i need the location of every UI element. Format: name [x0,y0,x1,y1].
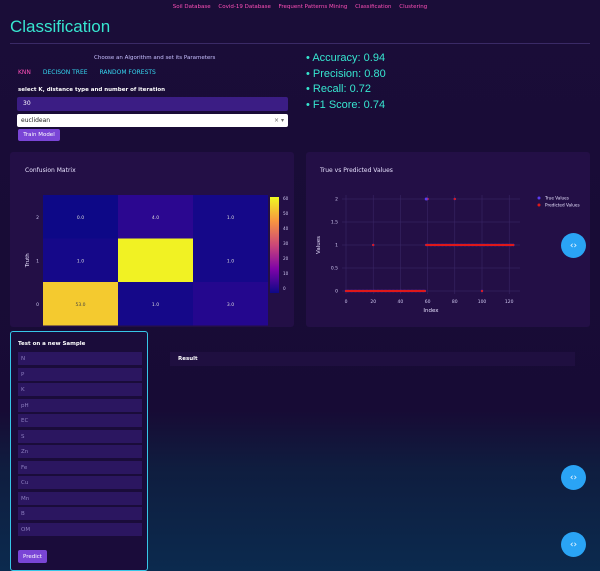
y-tick-label: 1 [36,258,39,264]
page-title: Classification [10,17,111,36]
predict-button[interactable]: Predict [18,550,47,563]
confusion-panel: Confusion Matrix 0.0 4.0 1.0 1.0 1.0 53.0 1.0 3… [10,152,294,327]
nav-patterns[interactable]: Frequent Patterns Mining [279,4,348,10]
true-vs-predicted-chart: 0 20 40 60 80 100 120 2 1.5 1 0.5 0 Index Values True … [316,195,580,314]
predicted-value-point [372,243,375,247]
colorbar-tick-label: 20 [283,256,289,261]
divider [10,43,590,44]
algorithm-tabs: KNN DECISON TREE RANDOM FORESTS [18,69,166,76]
colorbar-tick-label: 30 [283,241,289,246]
feature-input-om[interactable]: OM [18,522,142,536]
colorbar-tick-label: 40 [283,226,289,231]
predicted-value-point [423,289,426,293]
clear-and-chevron-icon[interactable]: × ▾ [274,117,284,124]
true-value-point [424,197,428,201]
k-input[interactable]: 30 [17,97,288,111]
y-tick-label: 0 [36,302,39,308]
x-tick-label: 40 [398,299,404,305]
heatmap-cell [118,238,193,282]
scroll-button-2[interactable]: ‹› [561,465,586,490]
legend-marker-predicted [537,203,541,207]
heatmap-cell-label: 4.0 [152,215,159,221]
colorbar [270,197,279,293]
metric-f1: F1 Score: 0.74 [306,99,386,111]
heatmap-cell-label: 1.0 [152,302,159,308]
heatmap-cell-label: 0.0 [77,215,84,221]
result-bar: Result [170,352,575,366]
x-tick-label: 100 [478,299,487,305]
nav-classification[interactable]: Classification [355,4,391,10]
legend-label-predicted: Predicted Values [545,203,580,208]
feature-input-s[interactable]: S [18,429,142,443]
feature-input-cu[interactable]: Cu [18,476,142,489]
sample-panel: Test on a new Sample N P K pH EC S Zn Fe… [10,331,148,571]
tab-knn[interactable]: KNN [18,69,31,76]
nav-soil[interactable]: Soil Database [173,4,211,10]
x-tick-label: 120 [505,299,514,305]
y-tick-label: 1 [335,243,338,249]
colorbar-tick-label: 0 [283,286,286,291]
legend-marker-true [537,196,541,200]
y-tick-label: 1.5 [331,220,338,226]
heatmap-cell-label: 1.0 [227,258,234,264]
feature-input-ec[interactable]: EC [18,414,142,427]
feature-input-n[interactable]: N [18,352,142,365]
predicted-value-point [480,289,484,293]
x-axis-label: Index [423,308,439,314]
train-model-button[interactable]: Train Model [18,129,60,141]
predicted-value-point [453,197,456,201]
metrics-list: Accuracy: 0.94 Precision: 0.80 Recall: 0… [306,52,386,114]
scatter-panel: True vs Predicted Values 0 20 40 60 80 100 120… [306,152,590,327]
colorbar-tick-label: 60 [283,196,289,201]
y-tick-label: 0.5 [331,266,338,272]
distance-value: euclidean [21,117,51,124]
predicted-value-point [512,243,515,247]
feature-input-mn[interactable]: Mn [18,491,142,505]
confusion-matrix-chart: 0.04.01.01.01.053.01.03.0012210Predicted… [25,195,289,326]
y-axis-label: Values [316,236,322,254]
feature-input-k[interactable]: K [18,383,142,396]
y-tick-label: 2 [335,197,338,203]
y-tick-label: 2 [36,215,39,221]
colorbar-tick-label: 50 [283,211,289,216]
y-tick-label: 0 [335,289,338,295]
heatmap-cell-label: 1.0 [77,258,84,264]
algorithm-hint: Choose an Algorithm and set its Paramete… [94,55,216,61]
nav-clustering[interactable]: Clustering [399,4,427,10]
tab-random-forests[interactable]: RANDOM FORESTS [99,69,155,76]
metric-recall: Recall: 0.72 [306,83,386,95]
metric-precision: Precision: 0.80 [306,68,386,80]
y-axis-label: Truth [25,253,31,268]
legend-label-true: True Values [544,196,569,201]
tab-decision-tree[interactable]: DECISON TREE [43,69,88,76]
feature-input-fe[interactable]: Fe [18,460,142,474]
feature-input-zn[interactable]: Zn [18,445,142,458]
feature-input-p[interactable]: P [18,367,142,381]
scroll-button-3[interactable]: ‹› [561,532,586,557]
feature-input-b[interactable]: B [18,507,142,520]
scroll-button-1[interactable]: ‹› [561,233,586,258]
x-tick-label: 0 [345,299,348,305]
x-tick-label: 60 [425,299,431,305]
metric-accuracy: Accuracy: 0.94 [306,52,386,64]
x-tick-label: 80 [452,299,458,305]
nav-covid[interactable]: Covid-19 Database [218,4,270,10]
colorbar-tick-label: 10 [283,271,289,276]
distance-select[interactable]: euclidean × ▾ [17,114,288,127]
feature-input-ph[interactable]: pH [18,398,142,412]
heatmap-cell-label: 53.0 [75,302,85,308]
sample-title: Test on a new Sample [18,341,86,347]
top-nav: Soil Database Covid-19 Database Frequent… [0,4,600,10]
heatmap-cell-label: 3.0 [227,302,234,308]
x-tick-label: 20 [370,299,376,305]
param-label: select K, distance type and number of it… [18,87,166,93]
heatmap-cell-label: 1.0 [227,215,234,221]
